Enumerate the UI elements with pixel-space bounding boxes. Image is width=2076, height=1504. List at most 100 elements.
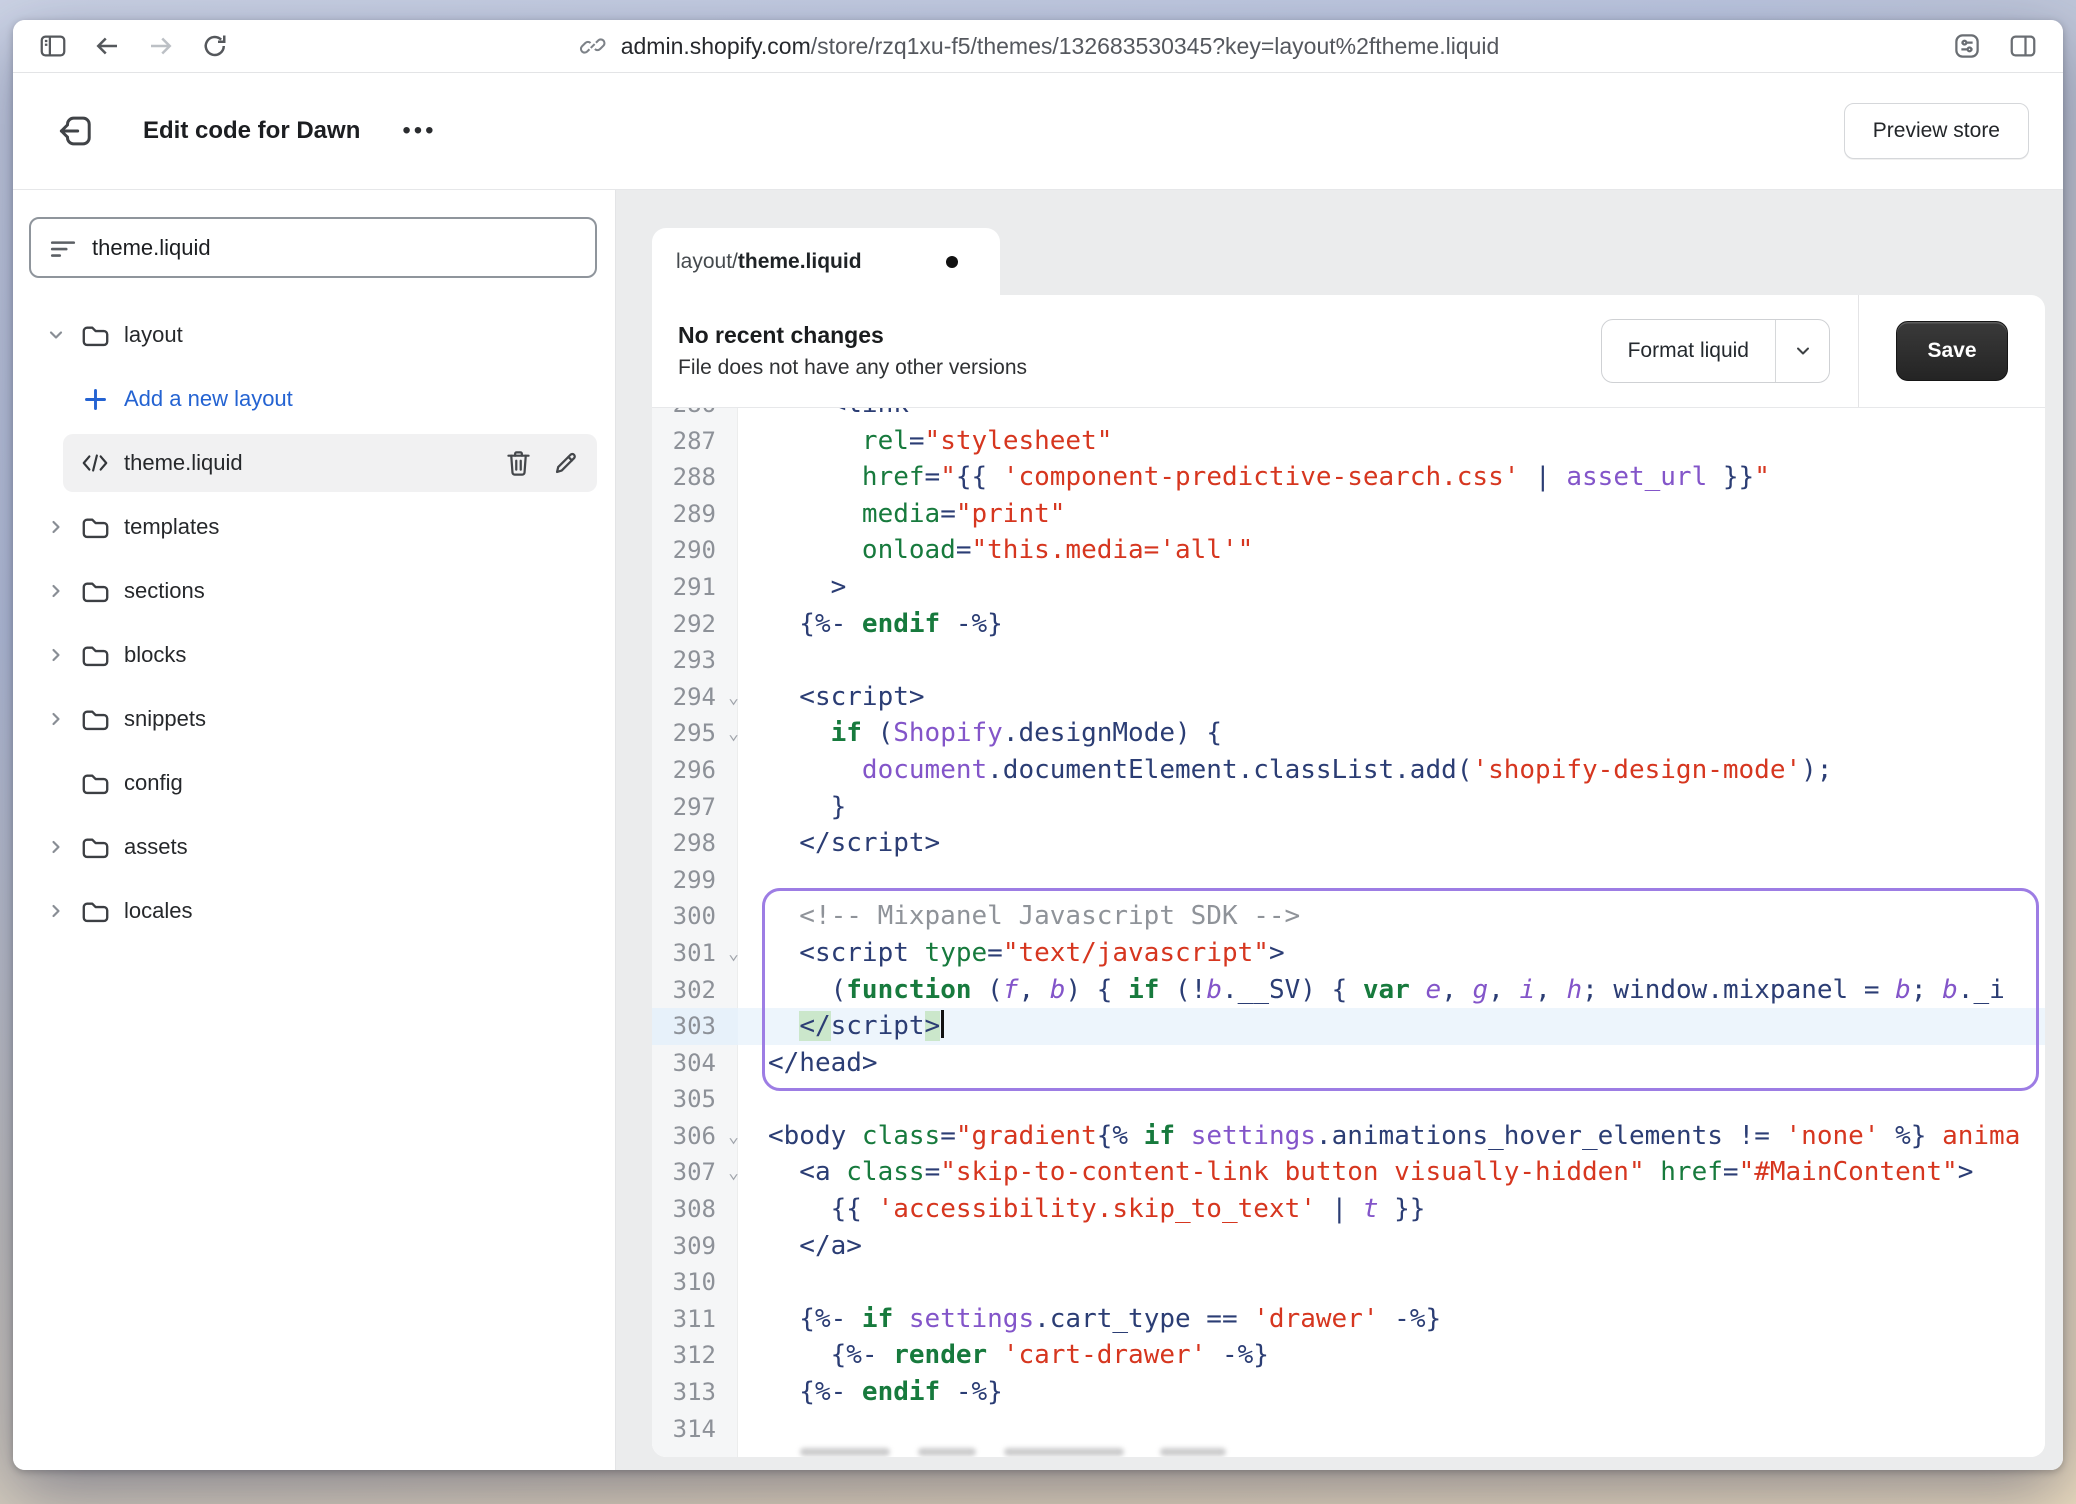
code-line-content[interactable]: </head> — [738, 1045, 2045, 1082]
code-line[interactable]: 298 </script> — [652, 825, 2045, 862]
sidebar-item-snippets[interactable]: snippets — [13, 687, 615, 751]
code-line-content[interactable]: document.documentElement.classList.add('… — [738, 752, 2045, 789]
code-line[interactable]: 293 — [652, 642, 2045, 679]
side-panel-icon[interactable] — [2007, 30, 2039, 62]
code-line-content[interactable] — [738, 642, 2045, 679]
code-line[interactable]: 296 document.documentElement.classList.a… — [652, 752, 2045, 789]
fold-toggle-icon[interactable]: ⌄ — [728, 680, 739, 717]
chevron-right-icon[interactable] — [45, 644, 67, 666]
code-line-content[interactable]: {{ 'accessibility.skip_to_text' | t }} — [738, 1191, 2045, 1228]
code-line-content[interactable]: <a class="skip-to-content-link button vi… — [738, 1154, 2045, 1191]
sidebar-item-templates[interactable]: templates — [13, 495, 615, 559]
fold-toggle-icon[interactable]: ⌄ — [728, 1155, 739, 1192]
code-line-active[interactable]: 303 </script> — [652, 1008, 2045, 1045]
sidebar-item-layout[interactable]: layout — [13, 303, 615, 367]
code-line[interactable]: 301⌄ <script type="text/javascript"> — [652, 935, 2045, 972]
code-line[interactable]: 304</head> — [652, 1045, 2045, 1082]
code-line[interactable]: 286 <link — [652, 408, 2045, 423]
code-line[interactable]: 310 — [652, 1264, 2045, 1301]
more-actions-button[interactable]: ••• — [402, 117, 436, 145]
sidebar-toggle-icon[interactable] — [37, 30, 69, 62]
code-line-content[interactable]: </script> — [738, 825, 2045, 862]
code-line-content[interactable]: media="print" — [738, 496, 2045, 533]
code-line-content[interactable]: <link — [738, 408, 2045, 423]
browser-settings-icon[interactable] — [1951, 30, 1983, 62]
code-line[interactable]: 294⌄ <script> — [652, 679, 2045, 716]
code-line[interactable]: 289 media="print" — [652, 496, 2045, 533]
code-line-content[interactable] — [738, 1411, 2045, 1448]
chevron-right-icon[interactable] — [45, 580, 67, 602]
code-editor[interactable]: 286 <link287 rel="stylesheet"288 href="{… — [652, 408, 2045, 1457]
code-line[interactable]: 309 </a> — [652, 1228, 2045, 1265]
code-line-content[interactable]: } — [738, 789, 2045, 826]
address-bar[interactable]: admin.shopify.com/store/rzq1xu-f5/themes… — [577, 20, 1500, 72]
chevron-down-icon[interactable] — [45, 324, 67, 346]
code-line[interactable]: 287 rel="stylesheet" — [652, 423, 2045, 460]
save-button[interactable]: Save — [1896, 321, 2007, 381]
chevron-right-icon[interactable] — [45, 836, 67, 858]
code-line-content[interactable]: onload="this.media='all'" — [738, 532, 2045, 569]
code-line[interactable]: 312 {%- render 'cart-drawer' -%} — [652, 1337, 2045, 1374]
code-line-content[interactable]: {%- render 'cart-drawer' -%} — [738, 1337, 2045, 1374]
chevron-right-icon[interactable] — [45, 516, 67, 538]
code-line[interactable]: 302 (function (f, b) { if (!b.__SV) { va… — [652, 972, 2045, 1009]
sidebar-item-config[interactable]: config — [13, 751, 615, 815]
code-line-content[interactable]: </script> — [738, 1008, 2045, 1045]
sidebar-item-sections[interactable]: sections — [13, 559, 615, 623]
preview-store-button[interactable]: Preview store — [1844, 103, 2029, 159]
fold-toggle-icon[interactable]: ⌄ — [728, 936, 739, 973]
chevron-right-icon[interactable] — [45, 708, 67, 730]
sidebar-item-theme-liquid[interactable]: theme.liquid — [63, 434, 597, 492]
add-new-layout-button[interactable]: Add a new layout — [13, 367, 615, 431]
code-line-content[interactable]: <!-- Mixpanel Javascript SDK --> — [738, 898, 2045, 935]
file-search-box[interactable] — [29, 217, 597, 278]
delete-file-icon[interactable] — [502, 447, 534, 479]
fold-toggle-icon[interactable]: ⌄ — [728, 1119, 739, 1156]
code-line-content[interactable]: <script type="text/javascript"> — [738, 935, 2045, 972]
tab-theme-liquid[interactable]: layout/theme.liquid — [652, 228, 1000, 295]
code-line[interactable]: 299 — [652, 862, 2045, 899]
code-line-content[interactable]: {%- if settings.cart_type == 'drawer' -%… — [738, 1301, 2045, 1338]
code-line-content[interactable]: rel="stylesheet" — [738, 423, 2045, 460]
code-line[interactable]: 314 — [652, 1411, 2045, 1448]
rename-file-icon[interactable] — [549, 447, 581, 479]
code-line-content[interactable] — [738, 1081, 2045, 1118]
reload-icon[interactable] — [199, 30, 231, 62]
code-line-content[interactable] — [738, 1264, 2045, 1301]
code-line[interactable]: 308 {{ 'accessibility.skip_to_text' | t … — [652, 1191, 2045, 1228]
code-line-content[interactable]: {%- endif -%} — [738, 1374, 2045, 1411]
fold-toggle-icon[interactable]: ⌄ — [728, 716, 739, 753]
browser-window: admin.shopify.com/store/rzq1xu-f5/themes… — [13, 20, 2063, 1470]
sidebar-item-assets[interactable]: assets — [13, 815, 615, 879]
exit-editor-icon[interactable] — [57, 111, 97, 151]
sidebar-item-locales[interactable]: locales — [13, 879, 615, 943]
code-line[interactable]: 291 > — [652, 569, 2045, 606]
code-line[interactable]: 292 {%- endif -%} — [652, 606, 2045, 643]
sidebar-item-blocks[interactable]: blocks — [13, 623, 615, 687]
chevron-right-icon[interactable] — [45, 900, 67, 922]
code-line[interactable]: 305 — [652, 1081, 2045, 1118]
code-line-content[interactable]: href="{{ 'component-predictive-search.cs… — [738, 459, 2045, 496]
code-line[interactable]: 313 {%- endif -%} — [652, 1374, 2045, 1411]
code-line[interactable]: 290 onload="this.media='all'" — [652, 532, 2045, 569]
format-liquid-button[interactable]: Format liquid — [1601, 319, 1830, 383]
code-line[interactable]: 311 {%- if settings.cart_type == 'drawer… — [652, 1301, 2045, 1338]
code-line[interactable]: 300 <!-- Mixpanel Javascript SDK --> — [652, 898, 2045, 935]
search-input[interactable] — [92, 235, 512, 261]
code-line-content[interactable]: </a> — [738, 1228, 2045, 1265]
back-icon[interactable] — [91, 30, 123, 62]
code-line-content[interactable]: <script> — [738, 679, 2045, 716]
code-line-content[interactable]: > — [738, 569, 2045, 606]
code-line-content[interactable]: if (Shopify.designMode) { — [738, 715, 2045, 752]
code-line-content[interactable]: <body class="gradient{% if settings.anim… — [738, 1118, 2045, 1155]
code-line-content[interactable]: {%- endif -%} — [738, 606, 2045, 643]
code-line[interactable]: 288 href="{{ 'component-predictive-searc… — [652, 459, 2045, 496]
code-line[interactable]: 307⌄ <a class="skip-to-content-link butt… — [652, 1154, 2045, 1191]
code-line[interactable]: 306⌄<body class="gradient{% if settings.… — [652, 1118, 2045, 1155]
folder-icon — [80, 514, 110, 540]
code-line[interactable]: 297 } — [652, 789, 2045, 826]
format-dropdown-icon[interactable] — [1775, 320, 1829, 382]
code-line[interactable]: 295⌄ if (Shopify.designMode) { — [652, 715, 2045, 752]
code-line-content[interactable]: (function (f, b) { if (!b.__SV) { var e,… — [738, 972, 2045, 1009]
code-line-content[interactable] — [738, 862, 2045, 899]
